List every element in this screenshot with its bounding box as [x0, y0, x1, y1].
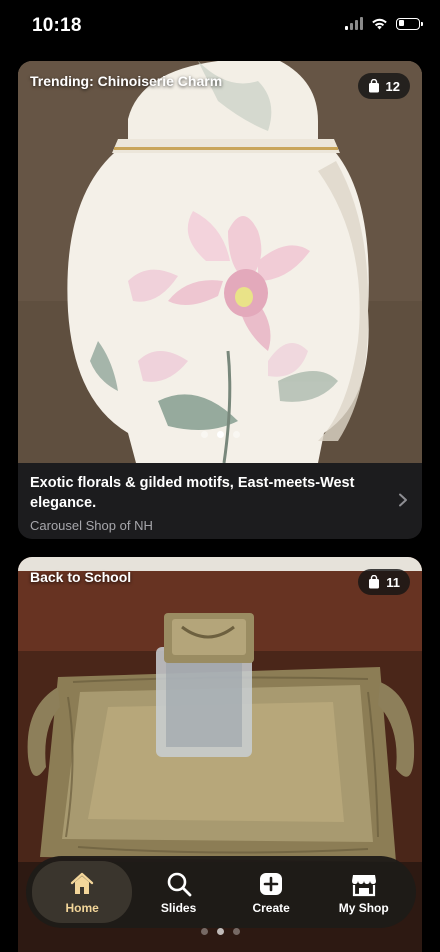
bottom-nav: Home Slides Create My Shop — [26, 856, 416, 928]
plus-square-icon — [260, 872, 283, 895]
page-dot — [232, 928, 240, 935]
page-dot-active — [216, 928, 224, 935]
nav-label: Home — [65, 900, 99, 915]
carousel-dot-active[interactable] — [216, 431, 224, 438]
nav-label: My Shop — [338, 900, 389, 915]
page-dot — [200, 928, 208, 935]
item-count: 11 — [386, 574, 400, 590]
home-icon — [70, 872, 94, 894]
card-info[interactable]: Exotic florals & gilded motifs, East-mee… — [18, 463, 422, 539]
carousel-dot[interactable] — [200, 431, 208, 438]
carousel-dot[interactable] — [232, 431, 240, 438]
item-count-badge[interactable]: 11 — [358, 569, 410, 595]
search-icon — [167, 872, 191, 896]
nav-label: Create — [252, 900, 290, 915]
chevron-right-icon[interactable] — [398, 493, 408, 507]
wifi-icon — [372, 18, 387, 30]
status-bar: 10:18 — [0, 0, 440, 54]
feed-card-chinoiserie[interactable]: Trending: Chinoiserie Charm 12 Exotic fl… — [18, 61, 422, 539]
nav-create[interactable]: Create — [225, 862, 318, 922]
nav-slides[interactable]: Slides — [132, 862, 225, 922]
item-count-badge[interactable]: 12 — [357, 73, 410, 99]
shopping-bag-icon — [368, 79, 379, 93]
shop-name[interactable]: Carousel Shop of NH — [30, 518, 382, 533]
status-time: 10:18 — [32, 15, 82, 36]
shopping-bag-icon — [369, 575, 380, 589]
card-description: Exotic florals & gilded motifs, East-mee… — [30, 475, 355, 511]
nav-home[interactable]: Home — [32, 861, 133, 923]
card-image-ginger-jar[interactable]: Trending: Chinoiserie Charm 12 — [18, 61, 422, 463]
trend-label: Back to School — [30, 569, 132, 585]
carousel-dots[interactable] — [18, 431, 422, 438]
storefront-icon — [351, 874, 376, 896]
status-icons — [345, 17, 423, 30]
item-count: 12 — [385, 78, 400, 94]
signal-icon — [345, 17, 363, 30]
nav-label: Slides — [160, 900, 197, 915]
page-indicator — [0, 928, 440, 935]
app-screen: 10:18 Trending: Chinoiserie Charm 12 Exo… — [0, 0, 440, 952]
battery-icon — [396, 17, 423, 30]
nav-my-shop[interactable]: My Shop — [317, 862, 410, 922]
ginger-jar-photo — [18, 61, 422, 463]
trend-label: Trending: Chinoiserie Charm — [30, 73, 223, 89]
